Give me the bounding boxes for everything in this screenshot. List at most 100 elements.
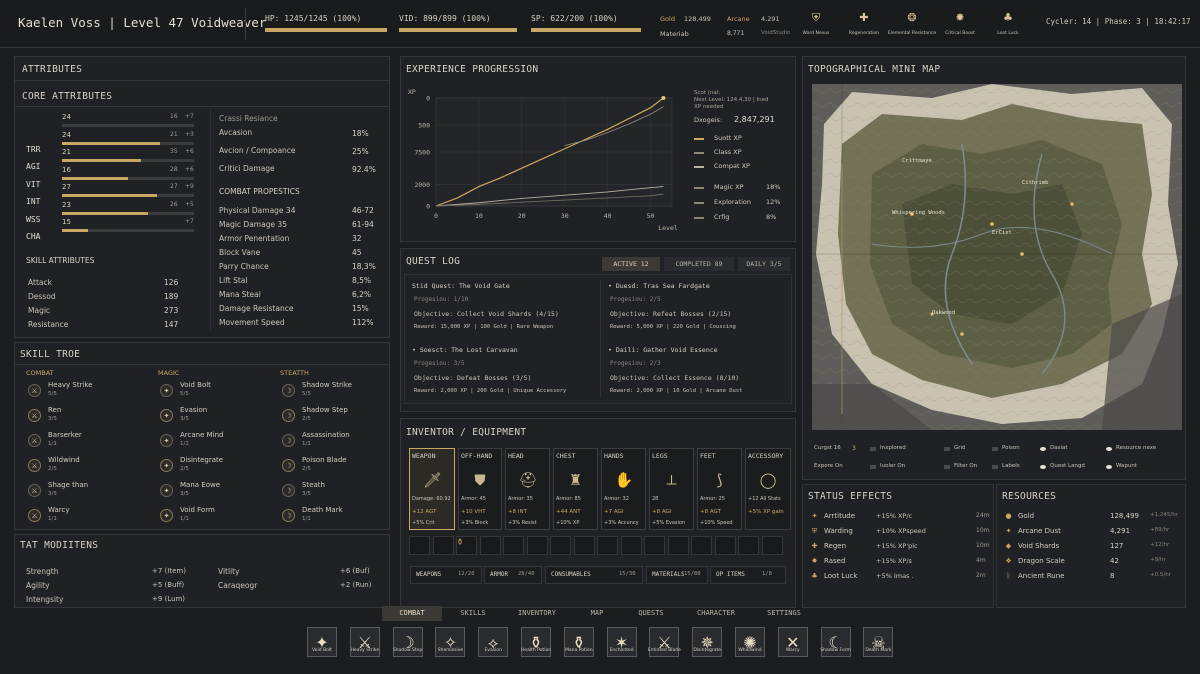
inventory-slot[interactable]	[761, 536, 783, 555]
skill-node-name: Evasion	[180, 406, 208, 414]
inventory-slot[interactable]	[738, 536, 759, 555]
combat-prop-name: Armor Penentation	[219, 234, 290, 243]
map-legend-label[interactable]: Wapunt	[1116, 463, 1137, 469]
status-title: STATUS EFFECTS	[808, 491, 893, 502]
skill-node-icon[interactable]: ✦	[160, 384, 173, 397]
xp-note-2: Next Level: 124.4,30 | Ined	[694, 97, 769, 103]
inventory-slot[interactable]	[409, 536, 430, 555]
skill-node-icon[interactable]: ☽	[282, 509, 295, 522]
skill-node-icon[interactable]: ☽	[282, 384, 295, 397]
skill-node-level: 1/1	[302, 441, 311, 447]
quest-tab[interactable]: DAILY 3/5	[738, 257, 790, 271]
resource-icon: ◆	[1005, 542, 1012, 550]
inventory-slot[interactable]	[597, 536, 618, 555]
map-legend-label[interactable]: Filter On	[954, 463, 977, 469]
inventory-slot[interactable]	[714, 536, 736, 555]
crit-icon[interactable]: ✸	[954, 12, 966, 24]
legend-label: Compat XP	[714, 162, 750, 170]
map-legend-label[interactable]: Curgst 16	[814, 445, 841, 451]
resource-value: 8	[1110, 572, 1115, 580]
skill-node-icon[interactable]: ⚔	[28, 509, 41, 522]
element-icon[interactable]: ❂	[906, 12, 918, 24]
map-legend-label[interactable]: Grid	[954, 445, 966, 451]
inventory-slot[interactable]	[644, 536, 665, 555]
nav-tab[interactable]: SETTINGS	[754, 606, 814, 621]
map-legend-label[interactable]: Poison	[1002, 445, 1020, 451]
skill-node-icon[interactable]: ✦	[160, 409, 173, 422]
mini-map[interactable]: Whispering Woods ErCist Oakwood Cithrimb…	[812, 84, 1182, 430]
xp-stat-value: 12%	[766, 198, 781, 206]
skill-node-icon[interactable]: ⚔	[28, 484, 41, 497]
skill-attributes-title: SKILL ATTRIBUTES	[26, 256, 95, 265]
quest-title[interactable]: • Soesct: The Lost Carvavan	[412, 346, 518, 354]
quest-tab[interactable]: ACTIVE 12	[602, 257, 660, 271]
inventory-slot[interactable]	[503, 536, 524, 555]
loot-icon[interactable]: ♣	[1002, 12, 1014, 24]
inventory-slot[interactable]	[573, 536, 595, 555]
map-legend-label[interactable]: Iuoler On	[880, 463, 905, 469]
inventory-slot[interactable]	[620, 536, 642, 555]
equipment-slot-label: OFF-HAND	[461, 452, 493, 460]
combat-props-title: COMBAT PROPESTICS	[219, 187, 300, 196]
divider	[14, 106, 390, 107]
skill-node-icon[interactable]: ☽	[282, 434, 295, 447]
skill-node-level: 2/5	[302, 466, 311, 472]
skill-node-icon[interactable]: ✦	[160, 459, 173, 472]
skill-node-icon[interactable]: ⚔	[28, 384, 41, 397]
ward-icon[interactable]: ⛨	[810, 12, 822, 24]
nav-tab[interactable]: QUESTS	[625, 606, 677, 621]
skill-node-icon[interactable]: ⚔	[28, 409, 41, 422]
resource-name: Dragon Scale	[1018, 557, 1065, 565]
materials-value: 8,771	[727, 30, 745, 37]
map-legend-label[interactable]: Labels	[1002, 463, 1020, 469]
status-name: Loot Luck	[824, 572, 858, 580]
map-legend-label[interactable]: Dasiat	[1050, 445, 1068, 451]
map-legend-label[interactable]: Inxplored	[880, 445, 906, 451]
nav-tab[interactable]: SKILLS	[444, 606, 502, 621]
equipment-stat: +8 AGT	[700, 509, 721, 515]
inventory-slot[interactable]	[432, 536, 454, 555]
quest-title[interactable]: • Daili: Gather Void Essence	[608, 346, 718, 354]
inventory-slot[interactable]	[691, 536, 712, 555]
nav-tab[interactable]: MAP	[572, 606, 622, 621]
skill-node-name: Death Mark	[302, 506, 343, 514]
skill-node-name: Shage than	[48, 481, 89, 489]
resource-value: 42	[1110, 557, 1119, 565]
skill-node-icon[interactable]: ✦	[160, 484, 173, 497]
equipment-stat: +10% XP	[556, 520, 580, 526]
inventory-slot[interactable]	[526, 536, 548, 555]
combat-prop-value: 46-72	[352, 206, 374, 215]
skill-node-icon[interactable]: ✦	[160, 509, 173, 522]
map-legend-label[interactable]: Expore On	[814, 463, 843, 469]
map-legend-label[interactable]: Quest Langd	[1050, 463, 1085, 469]
skill-node-icon[interactable]: ⚔	[28, 459, 41, 472]
nav-tab[interactable]: CHARACTER	[680, 606, 752, 621]
inventory-slot[interactable]	[667, 536, 689, 555]
skill-node-name: Arcane Mind	[180, 431, 224, 439]
buff-label: Critical Boost	[945, 31, 975, 36]
skill-node-icon[interactable]: ✦	[160, 434, 173, 447]
attr-b: +7	[185, 218, 194, 225]
skill-node-icon[interactable]: ☽	[282, 459, 295, 472]
potion-icon[interactable]: ⚱	[455, 538, 465, 552]
quest-title[interactable]: • Duesd: Tras Sea Fardgate	[608, 282, 710, 290]
skill-node-icon[interactable]: ☽	[282, 409, 295, 422]
nav-tab[interactable]: COMBAT	[382, 606, 442, 621]
skill-node-icon[interactable]: ⚔	[28, 434, 41, 447]
quest-tab[interactable]: COMPLETED 89	[664, 257, 734, 271]
regen-icon[interactable]: ✚	[858, 12, 870, 24]
quest-title[interactable]: Stid Quest: The Void Gate	[412, 282, 510, 290]
modifier-value: +2 (Run)	[340, 581, 372, 589]
equipment-stat: +5% XP gain	[748, 509, 784, 515]
resource-icon: ᚱ	[1006, 572, 1011, 580]
nav-tab[interactable]: INVENTORY	[504, 606, 570, 621]
quest-progress: Progesiou: 2/3	[610, 360, 661, 367]
inventory-slot[interactable]	[550, 536, 571, 555]
skill-node-icon[interactable]: ☽	[282, 484, 295, 497]
map-legend-label[interactable]: Resource nexe	[1116, 445, 1156, 451]
combat-prop-name: Parry Chance	[219, 262, 269, 271]
inventory-slot[interactable]	[479, 536, 501, 555]
quest-reward: Reward: 2,000 XP | 200 Gold | Unique Acc…	[414, 388, 567, 394]
legend-marker	[1040, 465, 1046, 469]
xp-stat-name: Crfig	[714, 213, 730, 221]
